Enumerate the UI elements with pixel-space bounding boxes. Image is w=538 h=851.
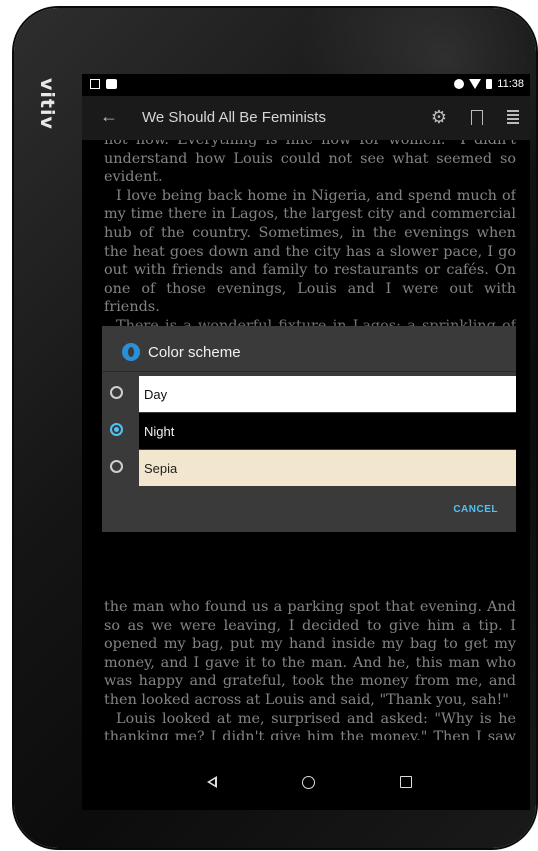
option-label: Sepia — [144, 460, 178, 476]
color-scheme-dialog: Color scheme Day Night Sepia CANCEL — [102, 326, 516, 532]
circle-home-icon[interactable] — [300, 774, 316, 790]
swatch-day[interactable]: Day — [139, 376, 516, 412]
screen: 11:38 ← We Should All Be Feminists ⚙ not… — [82, 74, 530, 810]
swatch-night[interactable]: Night — [139, 413, 516, 449]
dialog-title-text: Color scheme — [148, 343, 241, 361]
cancel-button[interactable]: CANCEL — [453, 504, 498, 515]
option-day[interactable]: Day — [102, 376, 516, 412]
gear-icon[interactable]: ⚙ — [428, 106, 450, 128]
battery-icon — [486, 79, 493, 89]
triangle-back-icon[interactable] — [204, 774, 220, 790]
list-icon[interactable] — [500, 106, 522, 128]
wifi-icon — [469, 79, 482, 89]
book-title: We Should All Be Feminists — [142, 109, 326, 126]
bookmark-icon[interactable] — [466, 106, 488, 128]
navigation-bar — [82, 756, 530, 810]
screenshot-notification-icon — [90, 79, 100, 89]
radio-sepia[interactable] — [110, 460, 123, 473]
radio-night[interactable] — [110, 423, 123, 436]
option-sepia[interactable]: Sepia — [102, 450, 516, 486]
arrow-left-icon[interactable]: ← — [100, 106, 118, 127]
status-time: 11:38 — [497, 78, 524, 90]
option-label: Day — [144, 386, 168, 402]
radio-day[interactable] — [110, 386, 123, 399]
dialog-title: Color scheme — [122, 343, 241, 361]
camera-notification-icon — [106, 79, 117, 89]
do-not-disturb-icon — [454, 79, 465, 89]
app-bar: ← We Should All Be Feminists ⚙ — [82, 96, 530, 140]
option-label: Night — [144, 423, 175, 439]
device-brand-logo: vitiv — [36, 78, 58, 130]
tablet-device: vitiv 11:38 ← We Should All Be Feminists… — [14, 8, 536, 848]
option-night[interactable]: Night — [102, 413, 516, 449]
app-logo-icon — [122, 343, 140, 361]
status-bar: 11:38 — [82, 74, 530, 96]
square-recents-icon[interactable] — [398, 774, 414, 790]
swatch-sepia[interactable]: Sepia — [139, 450, 516, 486]
